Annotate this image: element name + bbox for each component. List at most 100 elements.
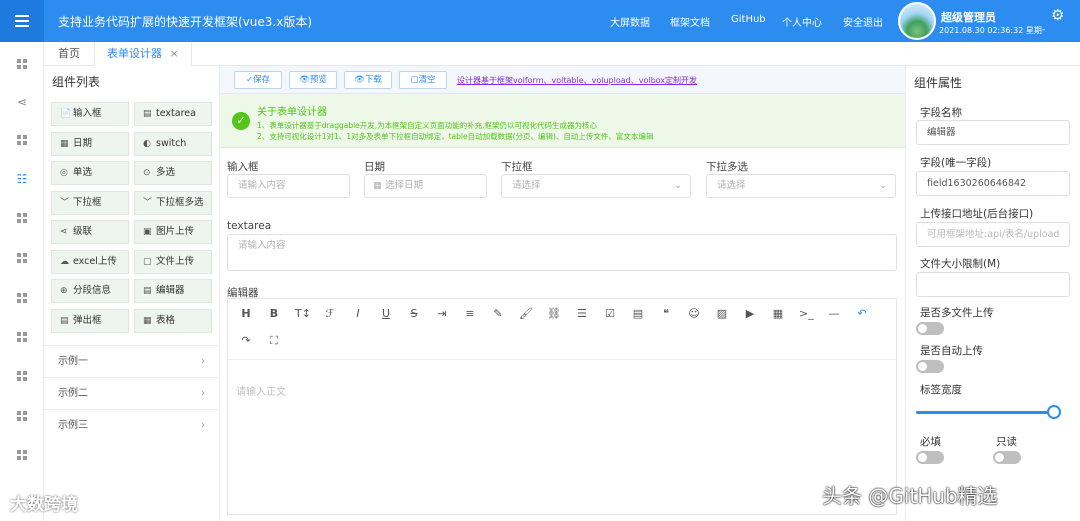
component-button[interactable]: ▢ 文件上传 xyxy=(134,249,212,274)
text-input[interactable]: 请输入内容 xyxy=(227,174,350,198)
divider-icon[interactable]: — xyxy=(827,307,841,320)
nav-dashboard[interactable]: 大屏数据 xyxy=(610,14,650,29)
multi-select-input[interactable]: 请选择 ⌄ xyxy=(706,174,896,198)
component-label: 分段信息 xyxy=(73,285,112,296)
example-item[interactable]: 示例二 › xyxy=(44,377,219,409)
underline-icon[interactable]: U xyxy=(379,307,393,320)
file-size-input[interactable] xyxy=(916,272,1070,297)
grid-icon[interactable] xyxy=(14,329,30,345)
required-label: 必填 xyxy=(920,436,941,448)
line-height-icon[interactable]: ≡ xyxy=(463,307,477,320)
preview-button[interactable]: 👁预览 xyxy=(289,71,337,89)
undo-icon[interactable]: ↶ xyxy=(855,307,869,320)
component-button[interactable]: ◐ switch xyxy=(134,131,212,156)
auto-upload-toggle[interactable] xyxy=(916,360,944,373)
nav-docs[interactable]: 框架文档 xyxy=(670,14,710,29)
bold-icon[interactable]: B xyxy=(267,307,281,320)
list-icon[interactable]: ☰ xyxy=(575,307,589,320)
label-width-slider[interactable] xyxy=(916,411,1060,414)
italic-icon[interactable]: I xyxy=(351,307,365,320)
sliders-icon[interactable]: ☷ xyxy=(14,171,30,187)
font-family-icon[interactable]: ℱ xyxy=(323,307,337,320)
tab-bar: 首页 表单设计器 × xyxy=(44,42,1080,66)
todo-icon[interactable]: ☑ xyxy=(603,307,617,320)
left-sidebar: ⋖ ☷ xyxy=(0,42,44,521)
component-label: 图片上传 xyxy=(156,226,195,237)
save-button[interactable]: ✓保存 xyxy=(234,71,282,89)
component-icon: ▤ xyxy=(143,109,152,119)
field-name-input[interactable]: 编辑器 xyxy=(916,120,1070,145)
nav-github[interactable]: GitHub xyxy=(731,14,766,25)
menu-toggle-button[interactable] xyxy=(0,0,44,42)
upload-url-label: 上传接口地址(后台接口) xyxy=(920,208,1034,220)
table-icon[interactable]: ▦ xyxy=(771,307,785,320)
component-label: 编辑器 xyxy=(156,285,185,296)
upload-url-input[interactable]: 可用框架地址:api/表名/upload xyxy=(916,222,1070,247)
component-button[interactable]: ▣ 图片上传 xyxy=(134,220,212,244)
grid-icon[interactable] xyxy=(14,447,30,463)
readonly-toggle[interactable] xyxy=(993,451,1021,464)
field-unique-input[interactable]: field1630260646842 xyxy=(916,171,1070,196)
tab-form-designer[interactable]: 表单设计器 × xyxy=(94,42,192,66)
required-toggle[interactable] xyxy=(916,451,944,464)
emoji-icon[interactable]: ☺ xyxy=(687,307,701,320)
component-button[interactable]: ⊕ 分段信息 xyxy=(51,279,129,303)
clear-button[interactable]: ▢清空 xyxy=(399,71,447,89)
grid-icon[interactable] xyxy=(14,56,30,72)
readonly-label: 只读 xyxy=(996,436,1017,448)
select-input[interactable]: 请选择 ⌄ xyxy=(501,174,691,198)
grid-icon[interactable] xyxy=(14,210,30,226)
image-icon[interactable]: ▨ xyxy=(715,307,729,320)
text-color-icon[interactable]: ✎ xyxy=(491,307,505,320)
indent-icon[interactable]: ⇥ xyxy=(435,307,449,320)
example-item[interactable]: 示例一 › xyxy=(44,345,219,377)
download-button[interactable]: 👁下载 xyxy=(344,71,392,89)
nav-profile[interactable]: 个人中心 xyxy=(782,14,822,29)
justify-icon[interactable]: ▤ xyxy=(631,307,645,320)
gear-icon[interactable]: ⚙ xyxy=(1051,6,1064,24)
heading-icon[interactable]: H xyxy=(239,307,253,320)
component-button[interactable]: ▤ 弹出框 xyxy=(51,308,129,333)
component-button[interactable]: ◎ 单选 xyxy=(51,161,129,185)
code-icon[interactable]: >_ xyxy=(799,307,814,320)
tab-home[interactable]: 首页 xyxy=(46,42,92,66)
share-icon[interactable]: ⋖ xyxy=(14,94,30,110)
component-button[interactable]: ☁ excel上传 xyxy=(51,249,129,274)
example-label: 示例一 xyxy=(58,356,88,367)
close-icon[interactable]: × xyxy=(170,47,179,60)
fullscreen-icon[interactable]: ⛶ xyxy=(267,334,281,348)
nav-logout[interactable]: 安全退出 xyxy=(843,14,883,29)
redo-icon[interactable]: ↷ xyxy=(239,334,253,347)
quote-icon[interactable]: ❝ xyxy=(659,307,673,320)
framework-link[interactable]: 设计器基于框架volform、voltable、volupload、volbox… xyxy=(457,75,697,86)
brush-icon[interactable]: 🖌 xyxy=(519,307,533,320)
multi-upload-toggle[interactable] xyxy=(916,322,944,335)
editor-divider xyxy=(228,359,896,360)
component-button[interactable]: ▦ 表格 xyxy=(134,308,212,333)
component-button[interactable]: ⋖ 级联 xyxy=(51,220,129,244)
example-item[interactable]: 示例三 › xyxy=(44,409,219,441)
component-button[interactable]: ﹀ 下拉框 xyxy=(51,190,129,215)
grid-icon[interactable] xyxy=(14,250,30,266)
component-button[interactable]: ▦ 日期 xyxy=(51,131,129,156)
grid-icon[interactable] xyxy=(14,132,30,148)
select-label: 下拉框 xyxy=(501,161,533,173)
video-icon[interactable]: ▶ xyxy=(743,307,757,320)
notice-line: 2、支持可视化设计1对1、1对多及表单下拉框自动绑定，table自动加载数据(分… xyxy=(257,132,654,141)
avatar[interactable] xyxy=(898,2,936,40)
slider-handle[interactable] xyxy=(1047,405,1061,419)
component-button[interactable]: ▤ 编辑器 xyxy=(134,279,212,303)
font-size-icon[interactable]: T↕ xyxy=(295,307,311,320)
link-icon[interactable]: ⛓ xyxy=(547,307,561,320)
grid-icon[interactable] xyxy=(14,368,30,384)
component-button[interactable]: ▤ textarea xyxy=(134,102,212,126)
component-button[interactable]: ⊙ 多选 xyxy=(134,161,212,185)
component-button[interactable]: ﹀ 下拉框多选 xyxy=(134,190,212,215)
strikethrough-icon[interactable]: S xyxy=(407,307,421,320)
component-button[interactable]: 📄 输入框 xyxy=(51,102,129,126)
textarea-input[interactable]: 请输入内容 xyxy=(227,234,897,271)
date-input[interactable]: ▦ 选择日期 xyxy=(364,174,487,198)
grid-icon[interactable] xyxy=(14,290,30,306)
grid-icon[interactable] xyxy=(14,408,30,424)
editor-placeholder[interactable]: 请输入正文 xyxy=(236,383,286,398)
